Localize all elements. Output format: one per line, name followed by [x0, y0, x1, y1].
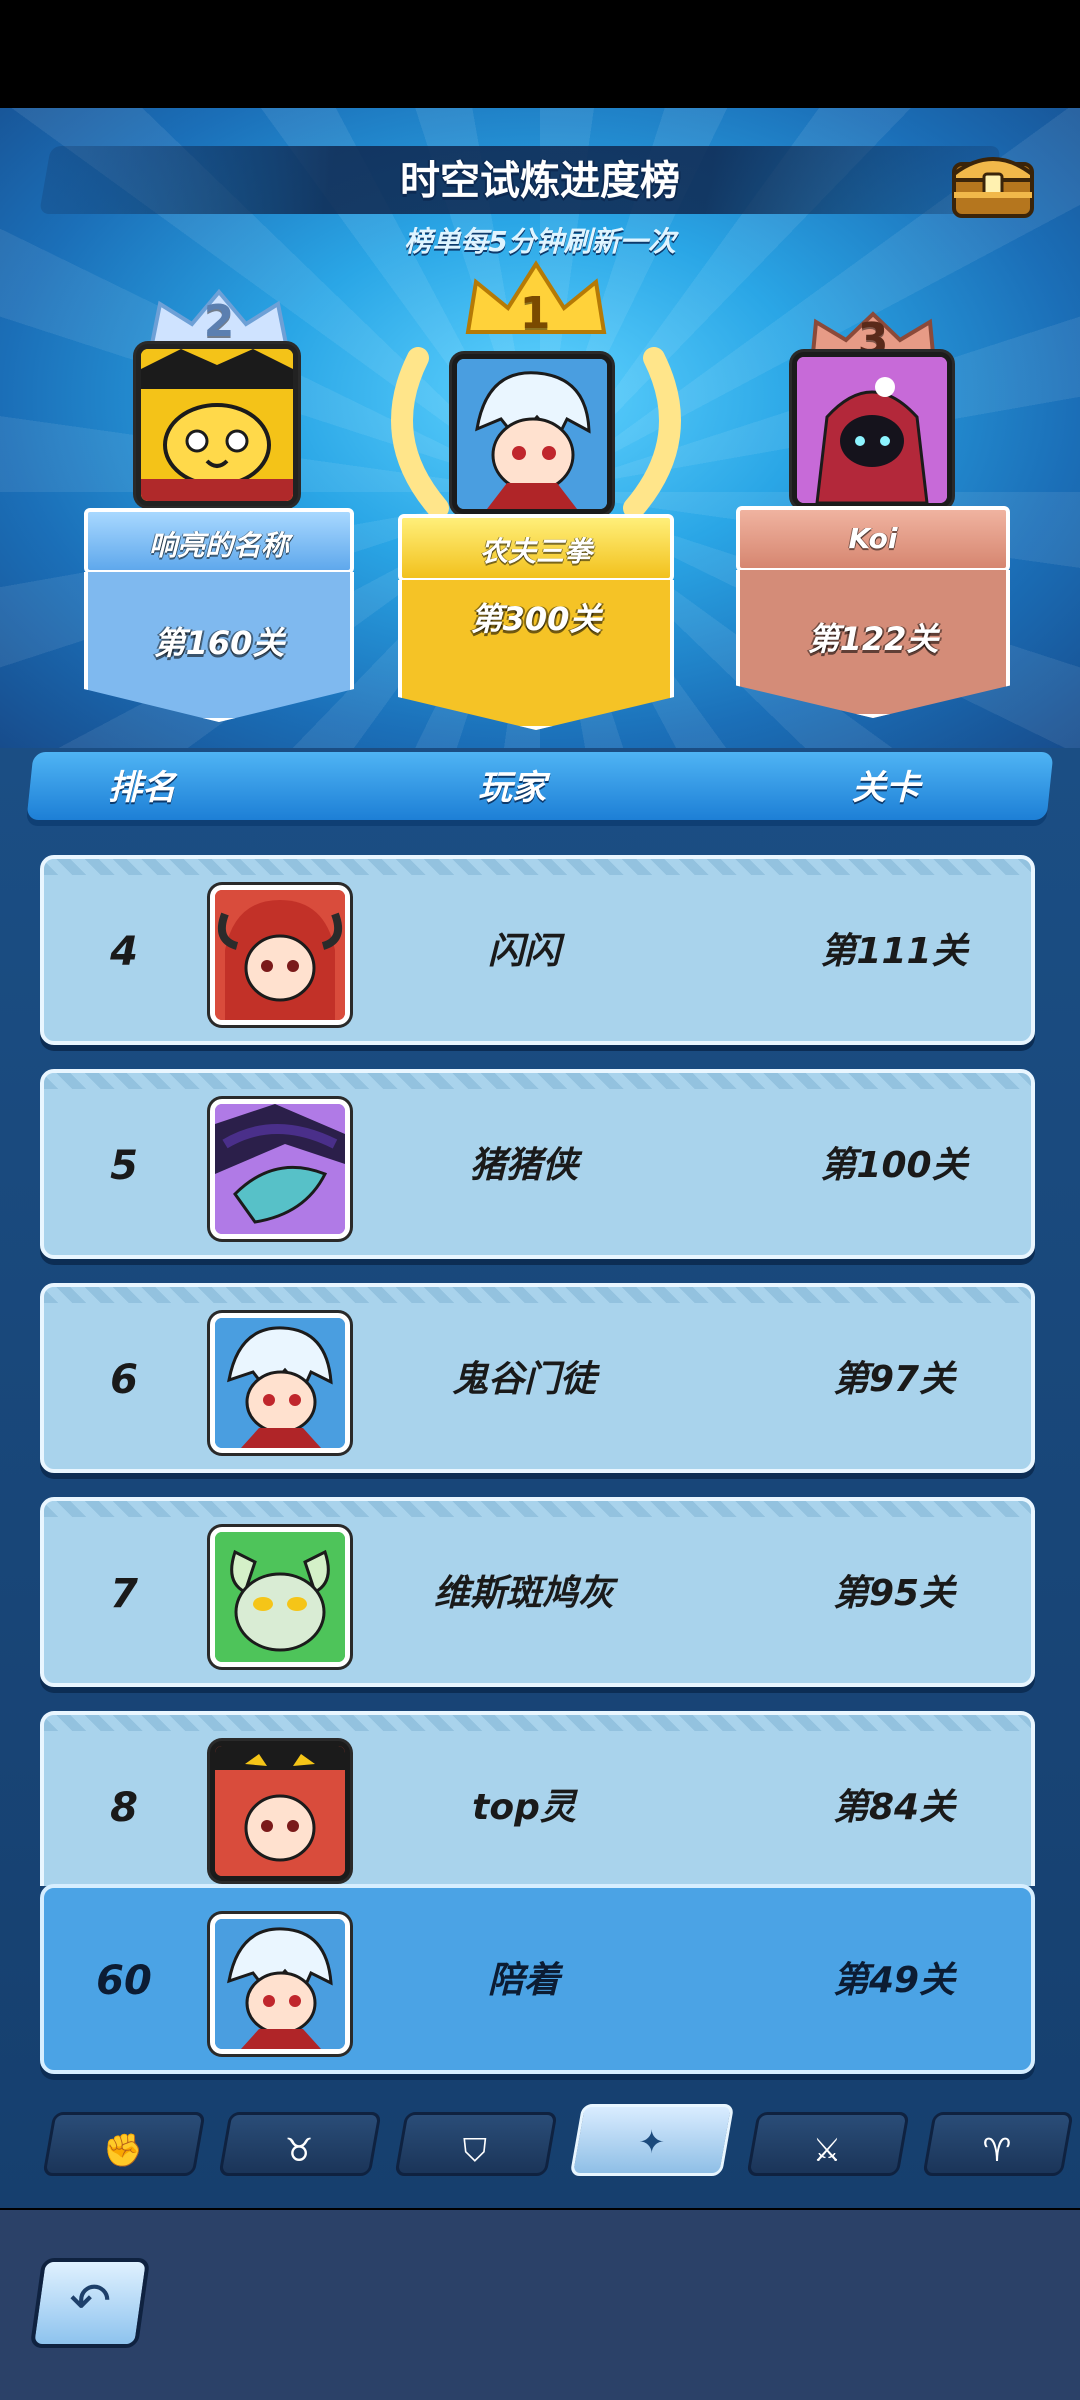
- row-rank: 7: [110, 1571, 138, 1617]
- podium-player-name: Koi: [848, 522, 898, 555]
- row-level: 第111关: [820, 931, 968, 972]
- row-player-name: 猪猪侠: [469, 1145, 578, 1186]
- row-rank: 6: [110, 1357, 138, 1403]
- tab-portal[interactable]: ✦: [569, 2104, 735, 2176]
- podium-rank-3[interactable]: 3 Koi 第122关: [736, 308, 1010, 748]
- avatar: [210, 1313, 350, 1453]
- podium-player-name: 农夫三拳: [479, 535, 592, 568]
- row-level: 第95关: [832, 1573, 956, 1614]
- leaderboard-hero: 时空试炼进度榜 榜单每5分钟刷新一次 2 响亮的名称 第160关 1 农夫三拳 …: [0, 108, 1080, 748]
- row-rank: 4: [110, 929, 138, 975]
- podium-rank-2[interactable]: 2 响亮的名称 第160关: [84, 288, 354, 748]
- tab-fist[interactable]: ✊: [42, 2112, 206, 2176]
- table-row[interactable]: 4 闪闪 第111关: [40, 855, 1035, 1045]
- row-player-name: 鬼谷门徒: [451, 1359, 596, 1400]
- row-player-name: 闪闪: [487, 931, 560, 972]
- sword-icon: ⚔: [812, 2131, 842, 2169]
- table-row[interactable]: 8 top灵 第84关: [40, 1711, 1035, 1886]
- avatar: [210, 1099, 350, 1239]
- table-row[interactable]: 5 猪猪侠 第100关: [40, 1069, 1035, 1259]
- podium-level: 第122关: [807, 620, 939, 658]
- avatar: [210, 1914, 350, 2054]
- category-tabs: ✊ ♉ ⛉ ✦ ⚔ ♈: [0, 2100, 1080, 2210]
- my-rank-row[interactable]: 60 陪着 第49关: [40, 1884, 1035, 2074]
- podium-player-name: 响亮的名称: [148, 529, 289, 562]
- column-header-player: 玩家: [478, 768, 546, 808]
- avatar: [452, 354, 612, 514]
- fist-icon: ✊: [103, 2131, 143, 2169]
- row-rank: 60: [96, 1958, 152, 2004]
- back-arrow-icon: ↶: [69, 2272, 112, 2330]
- podium-rank-number: 1: [519, 288, 551, 339]
- portal-icon: ✦: [638, 2123, 666, 2161]
- row-level: 第100关: [820, 1145, 968, 1186]
- horned-helmet-icon: ♈: [982, 2131, 1012, 2169]
- row-level: 第49关: [832, 1960, 956, 2001]
- bottom-bar: ↶: [0, 2210, 1080, 2400]
- avatar: [210, 885, 350, 1025]
- podium-rank-1[interactable]: 1 农夫三拳 第300关: [391, 258, 681, 748]
- shield-icon: ⛉: [462, 2131, 487, 2169]
- row-player-name: 维斯斑鸠灰: [433, 1573, 614, 1614]
- table-row[interactable]: 7 维斯斑鸠灰 第95关: [40, 1497, 1035, 1687]
- row-level: 第84关: [832, 1787, 956, 1828]
- row-rank: 8: [110, 1785, 138, 1831]
- tab-bull[interactable]: ♉: [218, 2112, 382, 2176]
- row-level: 第97关: [832, 1359, 956, 1400]
- column-header-level: 关卡: [852, 768, 920, 808]
- column-header-rank: 排名: [108, 768, 176, 808]
- tab-shield[interactable]: ⛉: [394, 2112, 558, 2176]
- podium-level: 第160关: [153, 624, 285, 662]
- page-title: 时空试炼进度榜: [400, 158, 680, 204]
- avatar: [792, 352, 952, 508]
- row-rank: 5: [110, 1143, 138, 1189]
- row-player-name: 陪着: [487, 1960, 560, 2001]
- avatar: [210, 1741, 350, 1881]
- treasure-chest-icon[interactable]: [950, 144, 1036, 220]
- avatar: [136, 344, 298, 506]
- podium-level: 第300关: [470, 600, 602, 638]
- back-button[interactable]: ↶: [29, 2258, 151, 2348]
- tab-horned-helmet[interactable]: ♈: [922, 2112, 1074, 2176]
- tab-sword[interactable]: ⚔: [746, 2112, 910, 2176]
- status-bar: [0, 0, 1080, 108]
- row-player-name: top灵: [472, 1787, 576, 1828]
- podium-rank-number: 2: [203, 296, 235, 347]
- avatar: [210, 1527, 350, 1667]
- table-row[interactable]: 6 鬼谷门徒 第97关: [40, 1283, 1035, 1473]
- refresh-note: 榜单每5分钟刷新一次: [404, 225, 676, 258]
- bull-icon: ♉: [284, 2131, 314, 2169]
